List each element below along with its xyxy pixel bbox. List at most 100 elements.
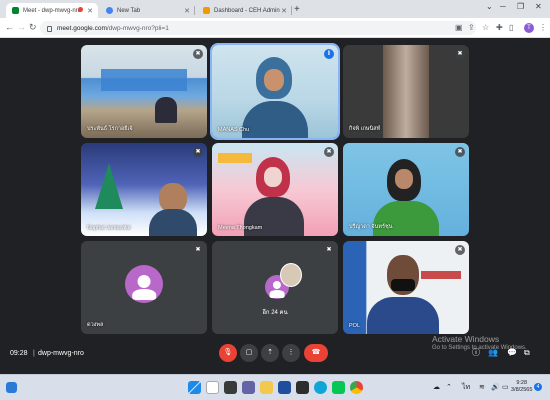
participant-name: Meena Thongkam	[218, 225, 263, 231]
present-screen-button[interactable]: ⇡	[261, 344, 279, 362]
participant-name: Naphat Jantawilai	[87, 225, 131, 231]
background-banner	[101, 69, 187, 91]
meeting-time: 09:28	[10, 350, 28, 357]
tab-label: New Tab	[117, 7, 141, 14]
tab-new-tab[interactable]: New Tab ✕	[100, 3, 195, 18]
watermark-title: Activate Windows	[432, 334, 500, 344]
avatar	[125, 264, 163, 303]
participant-name: MANAS Chu	[218, 127, 250, 133]
browser-tab-strip: Meet - dwp-mwvg-nro ✕ New Tab ✕ Dashboar…	[0, 0, 550, 18]
tab-meet[interactable]: Meet - dwp-mwvg-nro ✕	[6, 3, 98, 18]
participant-name: ปรีญาดา จันทร์ชุน	[349, 224, 393, 230]
dashboard-icon	[203, 7, 210, 14]
minimize-icon[interactable]: ─	[500, 2, 506, 11]
menu-icon[interactable]: ⋮	[539, 22, 547, 33]
participant-tile[interactable]: ✖ ประพันธ์ โรกาอยีเจ้	[81, 45, 207, 138]
background-door	[421, 271, 461, 279]
mic-muted-icon: ✖	[455, 147, 465, 157]
activate-windows-watermark: Activate Windows Go to Settings to activ…	[432, 334, 527, 351]
participant-tile[interactable]: ✖ POL	[343, 241, 469, 334]
tab-label: Meet - dwp-mwvg-nro	[23, 7, 82, 14]
language-icon[interactable]: ไท	[462, 383, 470, 392]
meet-icon	[12, 7, 19, 14]
participant-tile[interactable]: ✖ ปรีญาดา จันทร์ชุน	[343, 143, 469, 236]
meeting-code: dwp-mwvg-nro	[38, 350, 84, 357]
notification-badge[interactable]: 4	[534, 383, 542, 391]
mic-toggle-button[interactable]: 🎙	[219, 344, 237, 362]
share-icon[interactable]: ⇪	[468, 22, 475, 33]
others-tile[interactable]: ✖ อีก 24 คน	[212, 241, 338, 334]
face-mask	[391, 279, 415, 291]
christmas-tree	[95, 163, 123, 209]
tab-search-icon[interactable]: ⌄	[486, 2, 493, 11]
wifi-icon[interactable]: ≋	[479, 383, 485, 392]
mic-muted-icon: ✖	[193, 49, 203, 59]
profile-avatar[interactable]: T	[524, 23, 534, 33]
forward-icon[interactable]: →	[17, 22, 26, 33]
speaking-indicator-icon: ⦀	[324, 49, 334, 59]
clock-time: 9:28	[516, 380, 528, 386]
separator: |	[33, 350, 35, 357]
close-tab-icon[interactable]: ✕	[87, 7, 93, 15]
tab-label: Dashboard - CEH Admin	[214, 7, 280, 14]
close-tab-icon[interactable]: ✕	[184, 7, 190, 15]
mic-muted-icon: ✖	[193, 245, 203, 255]
more-options-button[interactable]: ⋮	[282, 344, 300, 362]
volume-icon[interactable]: 🔊	[491, 383, 500, 392]
show-hidden-icons-icon[interactable]: ⌃	[446, 383, 452, 392]
line-icon[interactable]	[332, 381, 345, 394]
restore-icon[interactable]: ❐	[517, 2, 524, 11]
back-icon[interactable]: ←	[5, 22, 14, 33]
widgets-icon[interactable]	[6, 382, 17, 393]
reload-icon[interactable]: ↻	[29, 22, 37, 33]
mic-muted-icon: ✖	[455, 245, 465, 255]
participant-tile[interactable]: ✖ กิจพิ เกษนิสท์	[343, 45, 469, 138]
camera-in-use-icon[interactable]: ▣	[455, 22, 463, 33]
mic-muted-icon: ✖	[193, 147, 203, 157]
lock-icon	[47, 26, 52, 32]
task-view-icon[interactable]	[224, 381, 237, 394]
chrome-icon[interactable]	[350, 381, 363, 394]
participant-tile[interactable]: ✖ ดวงพล	[81, 241, 207, 334]
meet-grid: ✖ ประพันธ์ โรกาอยีเจ้ ⦀ MANAS Chu ✖ กิจพ…	[0, 38, 550, 334]
side-panel-icon[interactable]: ▯	[509, 22, 513, 33]
file-explorer-icon[interactable]	[260, 381, 273, 394]
battery-icon[interactable]: ▭	[502, 383, 509, 392]
avatar	[280, 263, 302, 287]
mic-muted-icon: ✖	[324, 147, 334, 157]
url-path: /dwp-mwvg-nro?pli=1	[106, 24, 169, 32]
mic-muted-icon: ✖	[455, 49, 465, 59]
participant-name: กิจพิ เกษนิสท์	[349, 126, 381, 132]
bookmark-star-icon[interactable]: ☆	[482, 22, 489, 33]
taskbar-clock[interactable]: 9:28 3/8/2565	[511, 380, 532, 394]
participant-tile[interactable]: ⦀ MANAS Chu	[210, 43, 340, 140]
participant-name: POL	[349, 323, 361, 329]
new-tab-button[interactable]: +	[294, 3, 300, 16]
others-count: อีก 24 คน	[262, 310, 288, 316]
close-tab-icon[interactable]: ✕	[281, 7, 287, 15]
close-window-icon[interactable]: ✕	[535, 2, 542, 11]
background-banner	[218, 153, 252, 163]
participant-tile[interactable]: ✖ Naphat Jantawilai	[81, 143, 207, 236]
camera-toggle-button[interactable]: ▢	[240, 344, 258, 362]
edge-icon[interactable]	[314, 381, 327, 394]
url-host: meet.google.com	[57, 24, 107, 32]
windows-taskbar: ☁ ⌃ ไท ≋ 🔊 ▭ 9:28 3/8/2565 4	[0, 374, 550, 400]
search-icon[interactable]	[206, 381, 219, 394]
address-bar[interactable]: meet.google.com/dwp-mwvg-nro?pli=1	[40, 21, 476, 35]
weather-icon[interactable]: ☁	[433, 383, 440, 392]
participant-name: ดวงพล	[87, 322, 104, 328]
participant-name: ประพันธ์ โรกาอยีเจ้	[87, 126, 133, 132]
extensions-icon[interactable]: ✚	[496, 22, 503, 33]
participant-tile[interactable]: ✖ Meena Thongkam	[212, 143, 338, 236]
browser-toolbar: ← → ↻ meet.google.com/dwp-mwvg-nro?pli=1…	[0, 18, 550, 38]
clock-date: 3/8/2565	[511, 387, 533, 393]
store-icon[interactable]	[296, 381, 309, 394]
mail-icon[interactable]	[278, 381, 291, 394]
start-icon[interactable]	[188, 381, 201, 394]
tab-dashboard[interactable]: Dashboard - CEH Admin ✕	[197, 3, 292, 18]
teams-chat-icon[interactable]	[242, 381, 255, 394]
end-call-button[interactable]: ☎	[304, 344, 328, 362]
participant-video	[383, 45, 429, 138]
recording-dot-icon	[78, 7, 83, 12]
